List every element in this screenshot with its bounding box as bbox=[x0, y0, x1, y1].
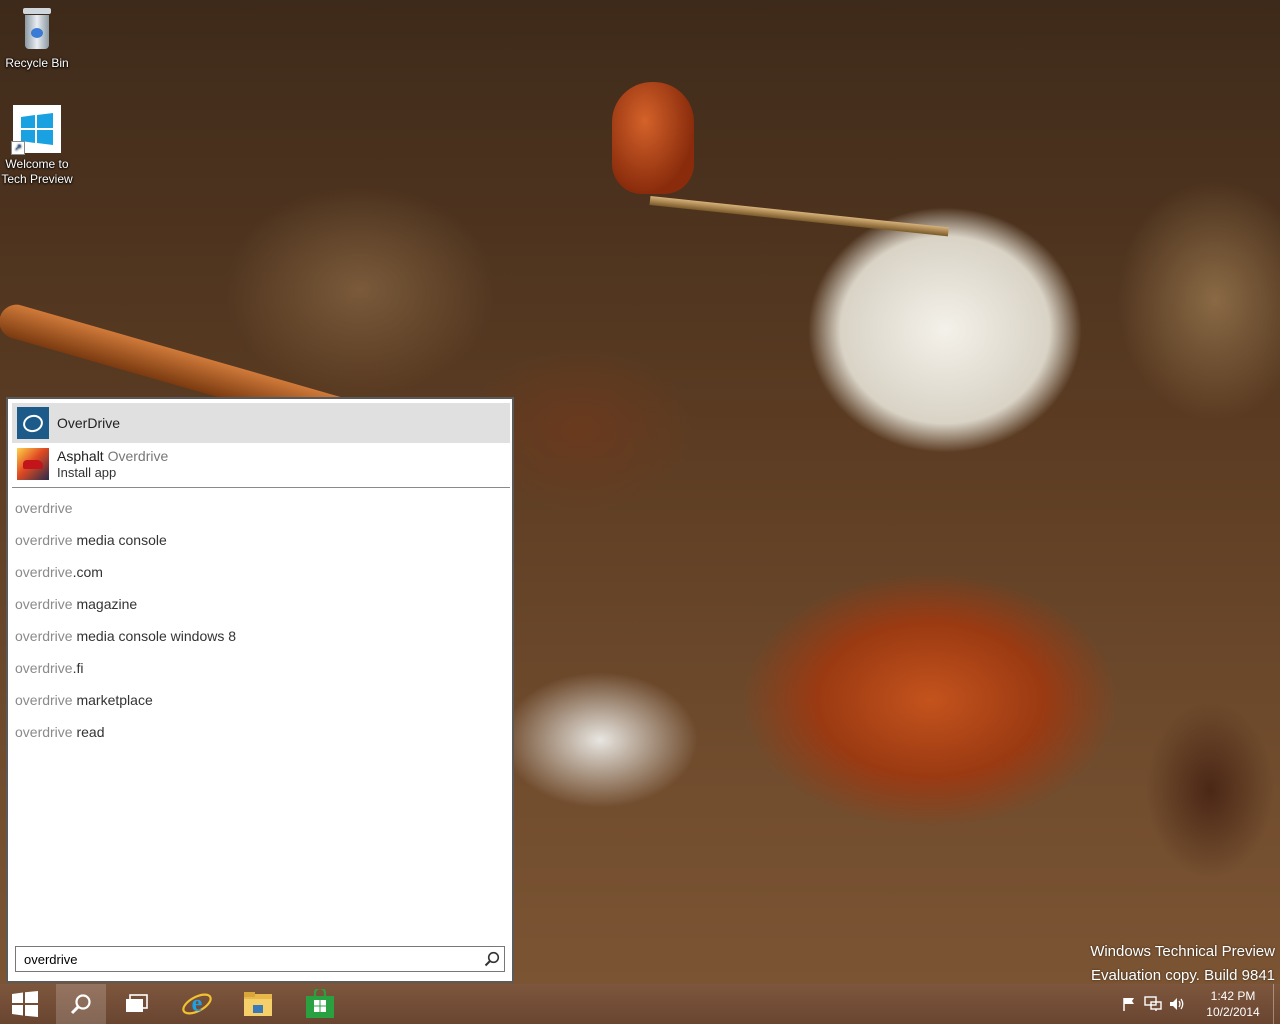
wallpaper-grinder-knob bbox=[612, 82, 694, 194]
taskbar: e 1:42 PM 10/2/2014 bbox=[0, 984, 1280, 1024]
search-result-overdrive[interactable]: OverDrive bbox=[12, 403, 510, 443]
suggestion-item[interactable]: overdrive.fi bbox=[15, 659, 236, 691]
windows-logo-icon: ↗ bbox=[11, 105, 61, 155]
network-icon[interactable] bbox=[1141, 992, 1165, 1016]
flag-icon[interactable] bbox=[1117, 992, 1141, 1016]
search-result-title-match: Overdrive bbox=[107, 448, 169, 464]
store-button[interactable] bbox=[295, 984, 345, 1024]
search-input[interactable] bbox=[16, 948, 480, 970]
wallpaper-grinder-crank bbox=[649, 196, 949, 237]
task-view-icon bbox=[126, 994, 148, 1012]
suggestion-item[interactable]: overdrive marketplace bbox=[15, 691, 236, 723]
suggestion-item[interactable]: overdrive media console bbox=[15, 531, 236, 563]
internet-explorer-button[interactable]: e bbox=[172, 984, 222, 1024]
svg-text:e: e bbox=[192, 991, 203, 1017]
search-box bbox=[15, 946, 505, 972]
search-result-title-prefix: Asphalt bbox=[57, 448, 104, 464]
asphalt-overdrive-icon bbox=[17, 448, 49, 480]
desktop-icon-recycle-bin[interactable]: Recycle Bin bbox=[0, 6, 75, 71]
task-view-button[interactable] bbox=[112, 984, 162, 1024]
search-panel: OverDrive Asphalt Overdrive Install app … bbox=[6, 397, 514, 983]
windows-logo-icon bbox=[12, 991, 38, 1017]
suggestion-list: overdrive overdrive media console overdr… bbox=[15, 499, 236, 755]
desktop-icon-label: Recycle Bin bbox=[5, 56, 69, 70]
evaluation-watermark: Windows Technical Preview Evaluation cop… bbox=[1090, 940, 1275, 988]
watermark-line-1: Windows Technical Preview bbox=[1090, 943, 1275, 960]
clock-time: 1:42 PM bbox=[1210, 989, 1256, 1003]
search-result-asphalt-overdrive[interactable]: Asphalt Overdrive Install app bbox=[12, 445, 510, 483]
taskbar-clock[interactable]: 1:42 PM 10/2/2014 bbox=[1197, 988, 1269, 1020]
clock-date: 10/2/2014 bbox=[1206, 1005, 1260, 1019]
desktop-icon-label: Welcome to Tech Preview bbox=[1, 157, 73, 186]
suggestion-item[interactable]: overdrive bbox=[15, 499, 236, 531]
internet-explorer-icon: e bbox=[182, 991, 212, 1017]
show-desktop-button[interactable] bbox=[1273, 984, 1280, 1024]
recycle-bin-icon bbox=[20, 6, 54, 52]
suggestion-item[interactable]: overdrive.com bbox=[15, 563, 236, 595]
file-explorer-button[interactable] bbox=[233, 984, 283, 1024]
store-icon bbox=[306, 989, 334, 1018]
suggestion-item[interactable]: overdrive media console windows 8 bbox=[15, 627, 236, 659]
search-icon[interactable] bbox=[480, 947, 504, 971]
system-tray: 1:42 PM 10/2/2014 bbox=[1117, 984, 1280, 1024]
start-button[interactable] bbox=[0, 984, 50, 1024]
suggestion-item[interactable]: overdrive read bbox=[15, 723, 236, 755]
volume-icon[interactable] bbox=[1165, 992, 1189, 1016]
search-result-title: OverDrive bbox=[57, 415, 121, 431]
desktop-icon-welcome[interactable]: ↗ Welcome to Tech Preview bbox=[0, 105, 75, 187]
overdrive-app-icon bbox=[17, 407, 49, 439]
results-divider bbox=[12, 487, 510, 488]
search-button[interactable] bbox=[56, 984, 106, 1024]
search-result-title: Asphalt Overdrive bbox=[57, 448, 168, 464]
suggestion-item[interactable]: overdrive magazine bbox=[15, 595, 236, 627]
folder-icon bbox=[244, 992, 272, 1016]
search-icon bbox=[70, 994, 91, 1015]
search-result-subtitle: Install app bbox=[57, 465, 117, 480]
shortcut-arrow-icon: ↗ bbox=[11, 141, 25, 155]
